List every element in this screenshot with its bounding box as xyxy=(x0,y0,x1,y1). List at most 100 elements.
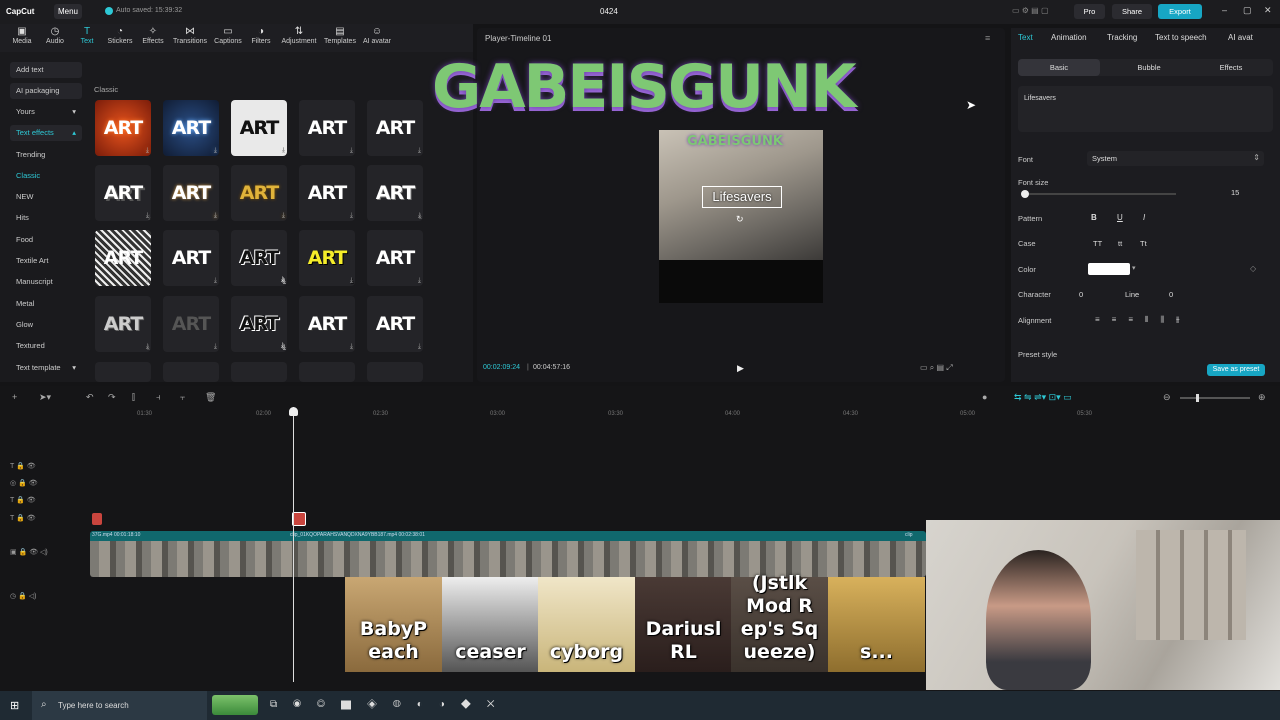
slider-handle[interactable] xyxy=(1196,394,1199,402)
subtab-bubble[interactable]: Bubble xyxy=(1108,59,1190,76)
download-icon[interactable]: ⤓ xyxy=(146,211,149,220)
audio-track-controls[interactable]: ◷ 🔒 ◁) xyxy=(10,592,36,600)
case-upper-button[interactable]: TT xyxy=(1093,239,1102,248)
nav-classic[interactable]: Classic xyxy=(10,168,82,184)
character-value[interactable]: 0 xyxy=(1079,290,1083,299)
playhead-handle[interactable] xyxy=(289,407,298,416)
download-icon[interactable]: ⤓ xyxy=(350,342,353,351)
text-effect-tile[interactable]: ART ⤓ xyxy=(299,230,355,286)
weather-widget-icon[interactable] xyxy=(212,695,258,715)
keyframe-icon[interactable]: ◇ xyxy=(1250,264,1256,273)
font-size-slider[interactable] xyxy=(1021,190,1176,198)
pro-button[interactable]: Pro xyxy=(1074,4,1105,19)
text-effect-tile[interactable]: ART ⤓ xyxy=(299,100,355,156)
tab-tracking[interactable]: Tracking xyxy=(1107,33,1137,42)
text-content-input[interactable]: Lifesavers xyxy=(1018,86,1273,132)
text-effect-tile[interactable] xyxy=(95,362,151,382)
alignment-icons[interactable]: ≡≡≡⫴⫼⫵ xyxy=(1095,315,1192,325)
add-track-icon[interactable]: + xyxy=(12,392,17,402)
main-track-controls[interactable]: ▣ 🔒 👁 ◁) xyxy=(10,548,48,556)
tab-text-to-speech[interactable]: Text to speech xyxy=(1155,33,1207,42)
tool-filters[interactable]: ◑ Filters xyxy=(243,26,279,45)
undo-icon[interactable]: ↶ xyxy=(86,392,94,403)
download-icon[interactable]: ⤓ xyxy=(146,342,149,351)
nav-text-template[interactable]: Text template ▾ xyxy=(10,360,82,376)
text-effect-tile[interactable]: ART ⤓ xyxy=(163,230,219,286)
download-icon[interactable]: ⤓ xyxy=(282,342,285,351)
tool-ai-avatar[interactable]: ☺ AI avatar xyxy=(359,26,395,45)
split-icon[interactable]: ⫿ xyxy=(132,392,135,403)
tool-stickers[interactable]: ◔ Stickers xyxy=(102,26,138,45)
text-effect-tile[interactable] xyxy=(299,362,355,382)
download-icon[interactable]: ⤓ xyxy=(350,211,353,220)
nav-manuscript[interactable]: Manuscript xyxy=(10,274,82,290)
italic-button[interactable]: I xyxy=(1143,213,1145,222)
download-icon[interactable]: ⤓ xyxy=(282,146,285,155)
microphone-icon[interactable]: ● xyxy=(982,392,987,402)
text-effect-tile[interactable]: ART ⤓ xyxy=(95,296,151,352)
tool-templates[interactable]: ▤ Templates xyxy=(322,26,358,45)
player-menu-icon[interactable]: ≡ xyxy=(985,33,990,43)
text-effect-tile[interactable]: ART ⤓ xyxy=(95,165,151,221)
tool-effects[interactable]: ✧ Effects xyxy=(135,26,171,45)
window-controls-icons[interactable]: ▭ ⚙ ▤ ▢ xyxy=(1012,6,1049,15)
text-effect-tile[interactable]: ART ⤓ xyxy=(163,296,219,352)
color-swatch[interactable] xyxy=(1088,263,1130,275)
tab-animation[interactable]: Animation xyxy=(1051,33,1087,42)
download-icon[interactable]: ⤓ xyxy=(214,211,217,220)
text-effect-tile[interactable] xyxy=(367,362,423,382)
player-controls-icons[interactable]: ▭ ⌕ ▤ ⤢ xyxy=(920,363,953,373)
text-effect-tile[interactable]: ART ⤓ xyxy=(163,100,219,156)
nav-text-effects[interactable]: Text effects ▴ xyxy=(10,125,82,141)
chevron-down-icon[interactable]: ▾ xyxy=(1132,264,1136,272)
text-effect-tile[interactable]: ART ⤓ xyxy=(231,230,287,286)
download-icon[interactable]: ⤓ xyxy=(418,146,421,155)
line-value[interactable]: 0 xyxy=(1169,290,1173,299)
tool-text[interactable]: T Text xyxy=(69,26,105,45)
ai-packaging-button[interactable]: AI packaging xyxy=(10,83,82,99)
download-icon[interactable]: ⤓ xyxy=(146,146,149,155)
font-select[interactable]: System ⇕ xyxy=(1087,151,1264,166)
minimize-icon[interactable]: – xyxy=(1222,5,1227,15)
delete-icon[interactable]: 🗑 xyxy=(205,392,216,403)
download-icon[interactable]: ⤓ xyxy=(146,276,149,285)
download-icon[interactable]: ⤓ xyxy=(350,146,353,155)
effect-track-controls[interactable]: ◎ 🔒 👁 xyxy=(10,479,38,487)
text-effect-tile[interactable] xyxy=(163,362,219,382)
download-icon[interactable]: ⤓ xyxy=(282,276,285,285)
split-left-icon[interactable]: ⫞ xyxy=(156,392,161,403)
close-icon[interactable]: ✕ xyxy=(1264,5,1272,16)
zoom-out-icon[interactable]: ⊖ xyxy=(1163,392,1171,403)
text-effect-tile[interactable]: ART ⤓ xyxy=(231,165,287,221)
tool-captions[interactable]: ▭ Captions xyxy=(210,26,246,45)
split-right-icon[interactable]: ⫟ xyxy=(180,392,185,403)
taskbar-app-icons[interactable]: ⧉◉◎▇◈◍◐◑◆✕ xyxy=(270,699,511,710)
text-effect-tile[interactable]: ART ⤓ xyxy=(299,296,355,352)
caption-text-box[interactable]: Lifesavers xyxy=(702,186,782,208)
text-track-controls[interactable]: T 🔒 👁 xyxy=(10,514,36,522)
case-lower-button[interactable]: tt xyxy=(1118,239,1122,248)
text-track-controls[interactable]: T 🔒 👁 xyxy=(10,496,36,504)
download-icon[interactable]: ⤓ xyxy=(350,276,353,285)
download-icon[interactable]: ⤓ xyxy=(214,276,217,285)
download-icon[interactable]: ⤓ xyxy=(282,211,285,220)
maximize-icon[interactable]: ▢ xyxy=(1243,5,1252,16)
bold-button[interactable]: B xyxy=(1091,213,1097,222)
font-size-value[interactable]: 15 xyxy=(1231,188,1239,197)
zoom-slider[interactable] xyxy=(1180,394,1250,402)
nav-yours[interactable]: Yours ▾ xyxy=(10,104,82,120)
main-video-clip[interactable] xyxy=(90,531,926,577)
save-as-preset-button[interactable]: Save as preset xyxy=(1207,364,1265,376)
text-effect-tile[interactable]: ART ⤓ xyxy=(231,100,287,156)
tool-audio[interactable]: ◷ Audio xyxy=(37,26,73,45)
download-icon[interactable]: ⤓ xyxy=(418,276,421,285)
tool-media[interactable]: ▣ Media xyxy=(4,26,40,45)
playhead[interactable] xyxy=(289,407,298,682)
add-text-button[interactable]: Add text xyxy=(10,62,82,78)
nav-metal[interactable]: Metal xyxy=(10,296,82,312)
text-track-controls[interactable]: T 🔒 👁 xyxy=(10,462,36,470)
nav-food[interactable]: Food xyxy=(10,232,82,248)
underline-button[interactable]: U xyxy=(1117,213,1123,222)
text-effect-tile[interactable]: ART ⤓ xyxy=(367,230,423,286)
slider-handle[interactable] xyxy=(1021,190,1029,198)
